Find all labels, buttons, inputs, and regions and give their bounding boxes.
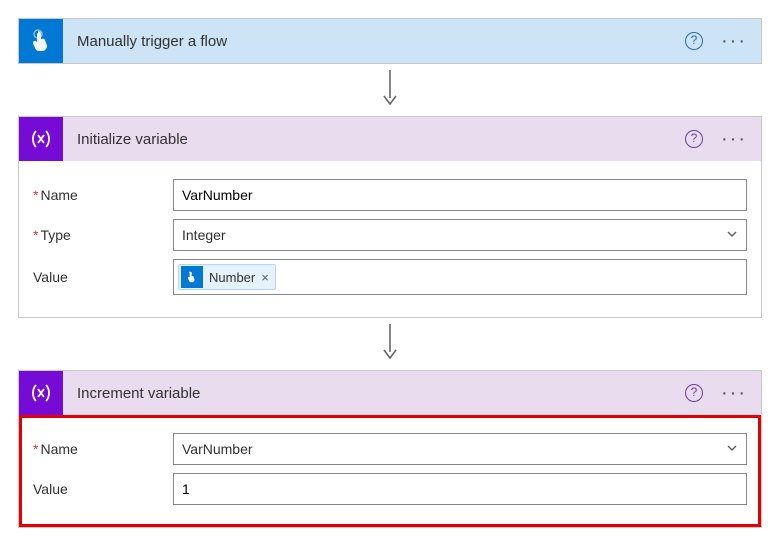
- name-row: *Name: [33, 179, 747, 211]
- name-label: *Name: [33, 441, 173, 457]
- variable-icon: [19, 371, 63, 415]
- touch-icon: [181, 266, 203, 288]
- name-input-wrap: [173, 179, 747, 211]
- dynamic-token[interactable]: Number ×: [178, 264, 276, 290]
- chevron-down-icon: [726, 441, 738, 457]
- name-label-text: Name: [40, 441, 77, 457]
- connector-arrow: [18, 318, 762, 370]
- help-icon[interactable]: ?: [685, 130, 703, 148]
- token-remove-icon[interactable]: ×: [261, 270, 269, 285]
- initialize-variable-card: Initialize variable ? ··· *Name *Type In…: [18, 116, 762, 318]
- initialize-variable-title: Initialize variable: [63, 131, 685, 148]
- value-input[interactable]: Number ×: [173, 259, 747, 295]
- help-icon[interactable]: ?: [685, 32, 703, 50]
- value-input[interactable]: [182, 481, 738, 497]
- increment-variable-card: Increment variable ? ··· *Name VarNumber…: [18, 370, 762, 528]
- name-value: VarNumber: [182, 441, 253, 457]
- increment-variable-body: *Name VarNumber Value: [19, 415, 761, 527]
- name-label: *Name: [33, 187, 173, 203]
- value-label: Value: [33, 269, 173, 285]
- type-select[interactable]: Integer: [173, 219, 747, 251]
- chevron-down-icon: [726, 227, 738, 243]
- connector-arrow: [18, 64, 762, 116]
- touch-icon: [19, 19, 63, 63]
- increment-variable-header[interactable]: Increment variable ? ···: [19, 371, 761, 415]
- name-select[interactable]: VarNumber: [173, 433, 747, 465]
- variable-icon: [19, 117, 63, 161]
- increment-variable-title: Increment variable: [63, 385, 685, 402]
- value-row: Value Number ×: [33, 259, 747, 295]
- initialize-variable-body: *Name *Type Integer Value Number ×: [19, 161, 761, 317]
- name-input[interactable]: [182, 187, 738, 203]
- trigger-title: Manually trigger a flow: [63, 33, 685, 50]
- more-icon[interactable]: ···: [717, 388, 751, 398]
- more-icon[interactable]: ···: [717, 134, 751, 144]
- type-label: *Type: [33, 227, 173, 243]
- type-value: Integer: [182, 227, 226, 243]
- value-row: Value: [33, 473, 747, 505]
- token-label: Number: [209, 270, 255, 285]
- trigger-header[interactable]: Manually trigger a flow ? ···: [19, 19, 761, 63]
- initialize-variable-header[interactable]: Initialize variable ? ···: [19, 117, 761, 161]
- name-label-text: Name: [40, 187, 77, 203]
- trigger-card: Manually trigger a flow ? ···: [18, 18, 762, 64]
- value-label: Value: [33, 481, 173, 497]
- name-row: *Name VarNumber: [33, 433, 747, 465]
- value-input-wrap: [173, 473, 747, 505]
- type-label-text: Type: [40, 227, 70, 243]
- type-row: *Type Integer: [33, 219, 747, 251]
- more-icon[interactable]: ···: [717, 36, 751, 46]
- help-icon[interactable]: ?: [685, 384, 703, 402]
